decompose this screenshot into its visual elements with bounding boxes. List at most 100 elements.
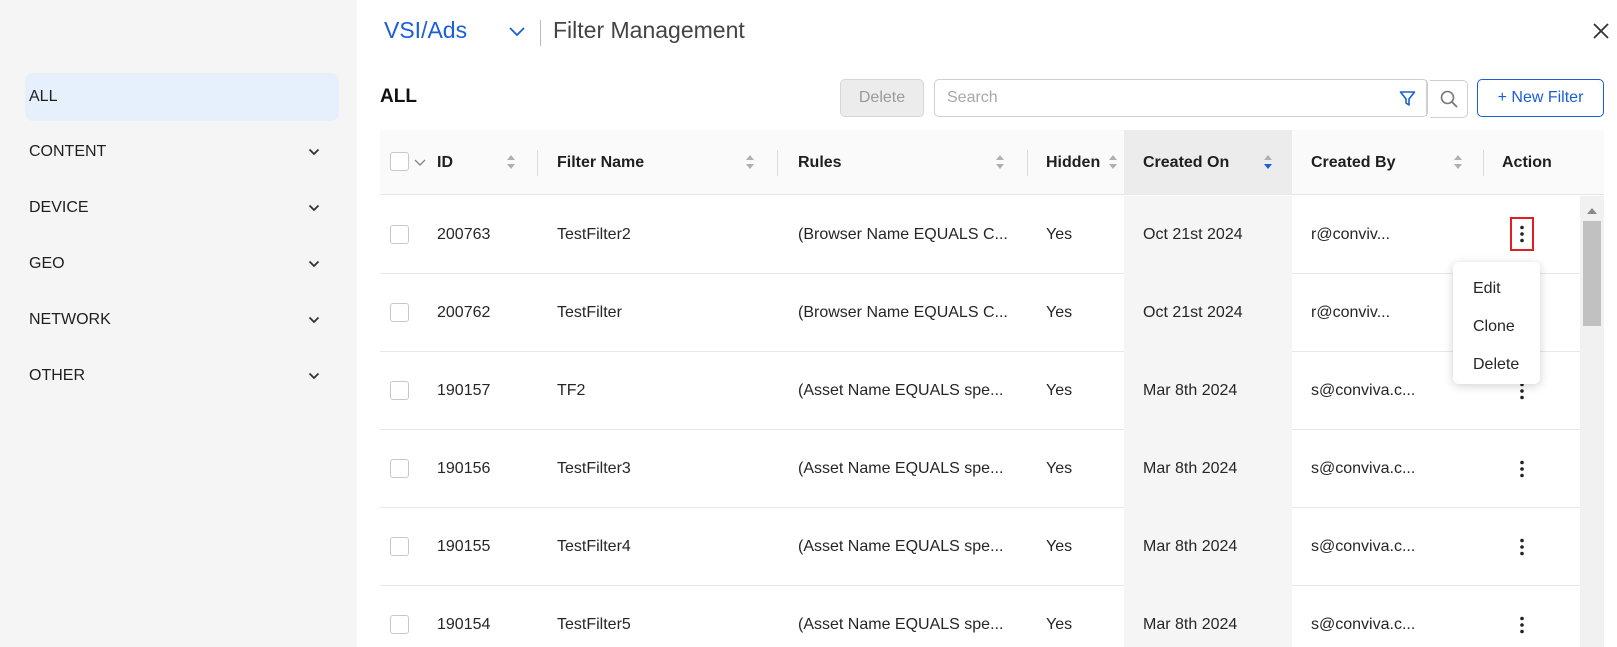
- cell-created-by: r@conviv...: [1311, 304, 1391, 321]
- table-row[interactable]: 190155 TestFilter4 (Asset Name EQUALS sp…: [380, 508, 1580, 586]
- sort-icon[interactable]: [995, 152, 1005, 172]
- cell-id: 200763: [437, 226, 491, 243]
- row-action-menu: Edit Clone Delete: [1453, 262, 1540, 384]
- chevron-down-icon[interactable]: [307, 313, 321, 327]
- cell-hidden: Yes: [1046, 382, 1073, 399]
- more-actions-icon[interactable]: [1510, 217, 1534, 251]
- cell-filter-name: TestFilter3: [557, 460, 631, 477]
- scrollbar-thumb[interactable]: [1583, 221, 1601, 326]
- table-row[interactable]: 200762 TestFilter (Browser Name EQUALS C…: [380, 274, 1580, 352]
- cell-filter-name: TestFilter4: [557, 538, 631, 555]
- page-title: Filter Management: [553, 17, 745, 43]
- select-all-checkbox[interactable]: [390, 152, 409, 171]
- new-filter-button[interactable]: + New Filter: [1477, 79, 1604, 117]
- chevron-down-icon[interactable]: [307, 369, 321, 383]
- menu-item-delete[interactable]: Delete: [1453, 346, 1540, 384]
- header-divider: [540, 20, 541, 46]
- section-title: ALL: [380, 86, 417, 107]
- cell-created-on: Oct 21st 2024: [1124, 196, 1292, 274]
- cell-created-on: Oct 21st 2024: [1124, 274, 1292, 352]
- close-icon[interactable]: [1590, 20, 1612, 42]
- sidebar-item-network[interactable]: NETWORK: [25, 296, 339, 344]
- chevron-down-icon[interactable]: [307, 201, 321, 215]
- table-row[interactable]: 190154 TestFilter5 (Asset Name EQUALS sp…: [380, 586, 1580, 647]
- column-divider: [537, 150, 538, 176]
- cell-id: 190156: [437, 460, 491, 477]
- sidebar-item-label: OTHER: [29, 367, 85, 384]
- cell-hidden: Yes: [1046, 226, 1073, 243]
- cell-hidden: Yes: [1046, 304, 1073, 321]
- cell-created-by: s@conviva.c...: [1311, 538, 1416, 555]
- more-actions-icon[interactable]: [1510, 530, 1534, 564]
- cell-rules: (Browser Name EQUALS C...: [798, 226, 1008, 243]
- row-checkbox[interactable]: [390, 381, 409, 400]
- cell-hidden: Yes: [1046, 538, 1073, 555]
- table-row[interactable]: 200763 TestFilter2 (Browser Name EQUALS …: [380, 196, 1580, 274]
- chevron-down-icon[interactable]: [507, 22, 527, 42]
- more-actions-icon[interactable]: [1510, 452, 1534, 486]
- cell-created-on: Mar 8th 2024: [1124, 430, 1292, 508]
- chevron-down-icon[interactable]: [307, 145, 321, 159]
- cell-rules: (Browser Name EQUALS C...: [798, 304, 1008, 321]
- row-checkbox[interactable]: [390, 303, 409, 322]
- cell-filter-name: TestFilter: [557, 304, 622, 321]
- table-header: ID Filter Name Rules Hidden Created On C…: [380, 130, 1604, 195]
- sidebar-item-label: CONTENT: [29, 143, 107, 160]
- sidebar-item-device[interactable]: DEVICE: [25, 184, 339, 232]
- menu-item-edit[interactable]: Edit: [1453, 270, 1540, 308]
- row-checkbox[interactable]: [390, 537, 409, 556]
- cell-id: 200762: [437, 304, 491, 321]
- sidebar-item-content[interactable]: CONTENT: [25, 128, 339, 176]
- workspace-selector[interactable]: VSI/Ads: [384, 17, 467, 44]
- sidebar-item-other[interactable]: OTHER: [25, 352, 339, 400]
- filter-icon[interactable]: [1389, 80, 1427, 116]
- cell-rules: (Asset Name EQUALS spe...: [798, 616, 1004, 633]
- menu-item-clone[interactable]: Clone: [1453, 308, 1540, 346]
- chevron-down-icon[interactable]: [414, 154, 426, 172]
- cell-rules: (Asset Name EQUALS spe...: [798, 538, 1004, 555]
- column-header-action: Action: [1502, 153, 1552, 171]
- column-header-created-by[interactable]: Created By: [1311, 130, 1461, 195]
- sidebar-item-label: NETWORK: [29, 311, 111, 328]
- filters-table: ID Filter Name Rules Hidden Created On C…: [380, 130, 1604, 647]
- scroll-up-arrow-icon[interactable]: [1586, 203, 1598, 214]
- sidebar-item-all[interactable]: ALL: [25, 73, 339, 121]
- cell-created-by: s@conviva.c...: [1311, 460, 1416, 477]
- cell-created-by: r@conviv...: [1311, 226, 1391, 243]
- cell-filter-name: TestFilter2: [557, 226, 631, 243]
- cell-created-on: Mar 8th 2024: [1124, 508, 1292, 586]
- cell-created-on: Mar 8th 2024: [1124, 352, 1292, 430]
- cell-id: 190154: [437, 616, 491, 633]
- delete-button[interactable]: Delete: [840, 79, 924, 117]
- sidebar-item-geo[interactable]: GEO: [25, 240, 339, 288]
- cell-created-on: Mar 8th 2024: [1124, 586, 1292, 647]
- cell-hidden: Yes: [1046, 460, 1073, 477]
- column-divider: [1027, 150, 1028, 176]
- cell-filter-name: TestFilter5: [557, 616, 631, 633]
- cell-created-by: s@conviva.c...: [1311, 616, 1416, 633]
- sort-icon[interactable]: [1108, 152, 1118, 172]
- row-checkbox[interactable]: [390, 225, 409, 244]
- table-row[interactable]: 190156 TestFilter3 (Asset Name EQUALS sp…: [380, 430, 1580, 508]
- column-header-filter-name[interactable]: Filter Name: [557, 130, 737, 195]
- sort-icon[interactable]: [506, 152, 516, 172]
- cell-rules: (Asset Name EQUALS spe...: [798, 460, 1004, 477]
- column-header-rules[interactable]: Rules: [798, 130, 988, 195]
- sort-icon[interactable]: [745, 152, 755, 172]
- row-checkbox[interactable]: [390, 459, 409, 478]
- sidebar-item-label: DEVICE: [29, 199, 89, 216]
- search-icon[interactable]: [1430, 80, 1468, 118]
- cell-filter-name: TF2: [557, 382, 586, 399]
- sidebar-item-label: ALL: [29, 88, 58, 105]
- more-actions-icon[interactable]: [1510, 608, 1534, 642]
- row-checkbox[interactable]: [390, 615, 409, 634]
- cell-rules: (Asset Name EQUALS spe...: [798, 382, 1004, 399]
- chevron-down-icon[interactable]: [307, 257, 321, 271]
- sidebar-item-label: GEO: [29, 255, 65, 272]
- sort-desc-icon[interactable]: [1263, 152, 1273, 172]
- sort-icon[interactable]: [1453, 152, 1463, 172]
- table-row[interactable]: 190157 TF2 (Asset Name EQUALS spe... Yes…: [380, 352, 1580, 430]
- cell-id: 190157: [437, 382, 491, 399]
- sidebar: ALL CONTENT DEVICE GEO NETWORK OTHER: [0, 0, 357, 647]
- search-input[interactable]: [935, 80, 1389, 116]
